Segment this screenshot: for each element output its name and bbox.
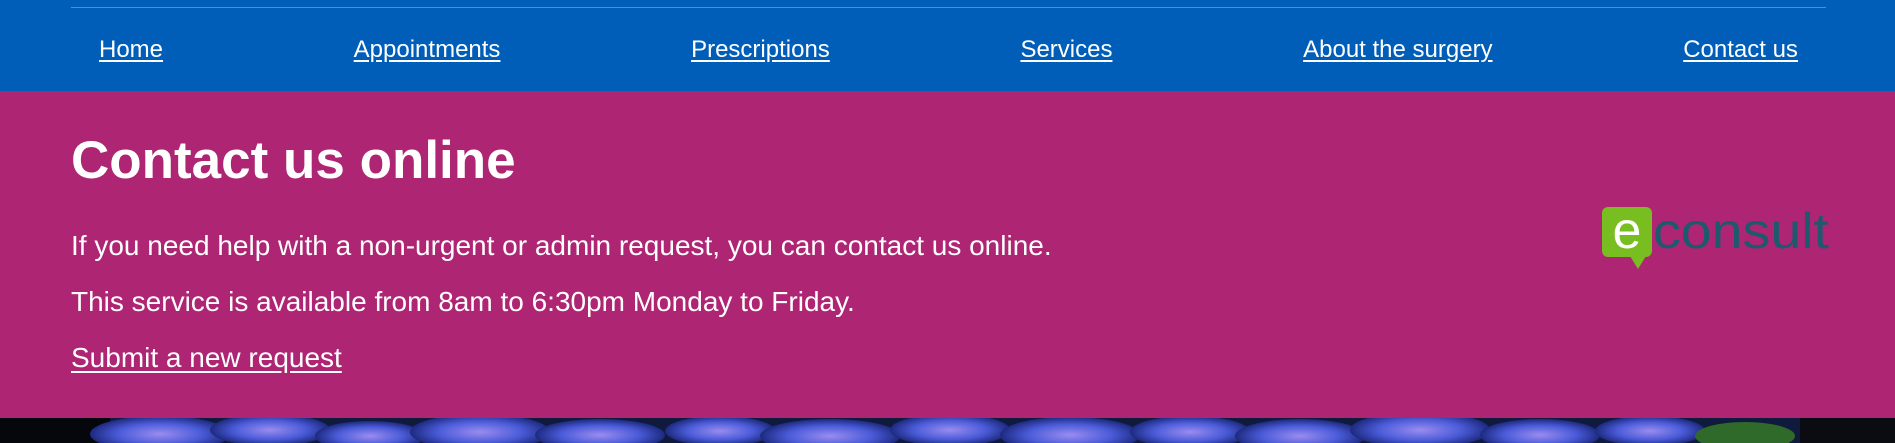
contact-title: Contact us online: [71, 131, 516, 190]
nav-link-home[interactable]: Home: [99, 36, 163, 63]
nav-item-about: About the surgery: [1303, 30, 1492, 70]
logo-letter: e: [1613, 203, 1642, 260]
nav-item-home: Home: [99, 30, 163, 70]
nav-item-appointments: Appointments: [354, 30, 501, 70]
econsult-logo: e consult: [1602, 203, 1829, 269]
flower-banner-image: [0, 412, 1895, 443]
logo-word: consult: [1653, 203, 1829, 259]
main-navigation: Home Appointments Prescriptions Services…: [0, 0, 1895, 91]
contact-online-banner: Contact us online If you need help with …: [0, 91, 1895, 418]
contact-intro-text: If you need help with a non-urgent or ad…: [71, 230, 1052, 261]
service-hours-text: This service is available from 8am to 6:…: [71, 286, 855, 317]
nav-list: Home Appointments Prescriptions Services…: [71, 30, 1826, 70]
submit-new-request-link[interactable]: Submit a new request: [71, 338, 342, 378]
nav-link-contact-us[interactable]: Contact us: [1683, 36, 1798, 63]
nav-link-prescriptions[interactable]: Prescriptions: [691, 36, 830, 63]
nav-item-services: Services: [1020, 30, 1112, 70]
nav-link-appointments[interactable]: Appointments: [354, 36, 501, 63]
nav-item-prescriptions: Prescriptions: [691, 30, 830, 70]
nav-item-contact: Contact us: [1683, 30, 1798, 70]
hydrangea-image: [0, 412, 1895, 443]
nav-divider: [71, 7, 1826, 8]
nav-link-about-the-surgery[interactable]: About the surgery: [1303, 36, 1492, 63]
nav-link-services[interactable]: Services: [1020, 36, 1112, 63]
page: Home Appointments Prescriptions Services…: [0, 0, 1895, 443]
